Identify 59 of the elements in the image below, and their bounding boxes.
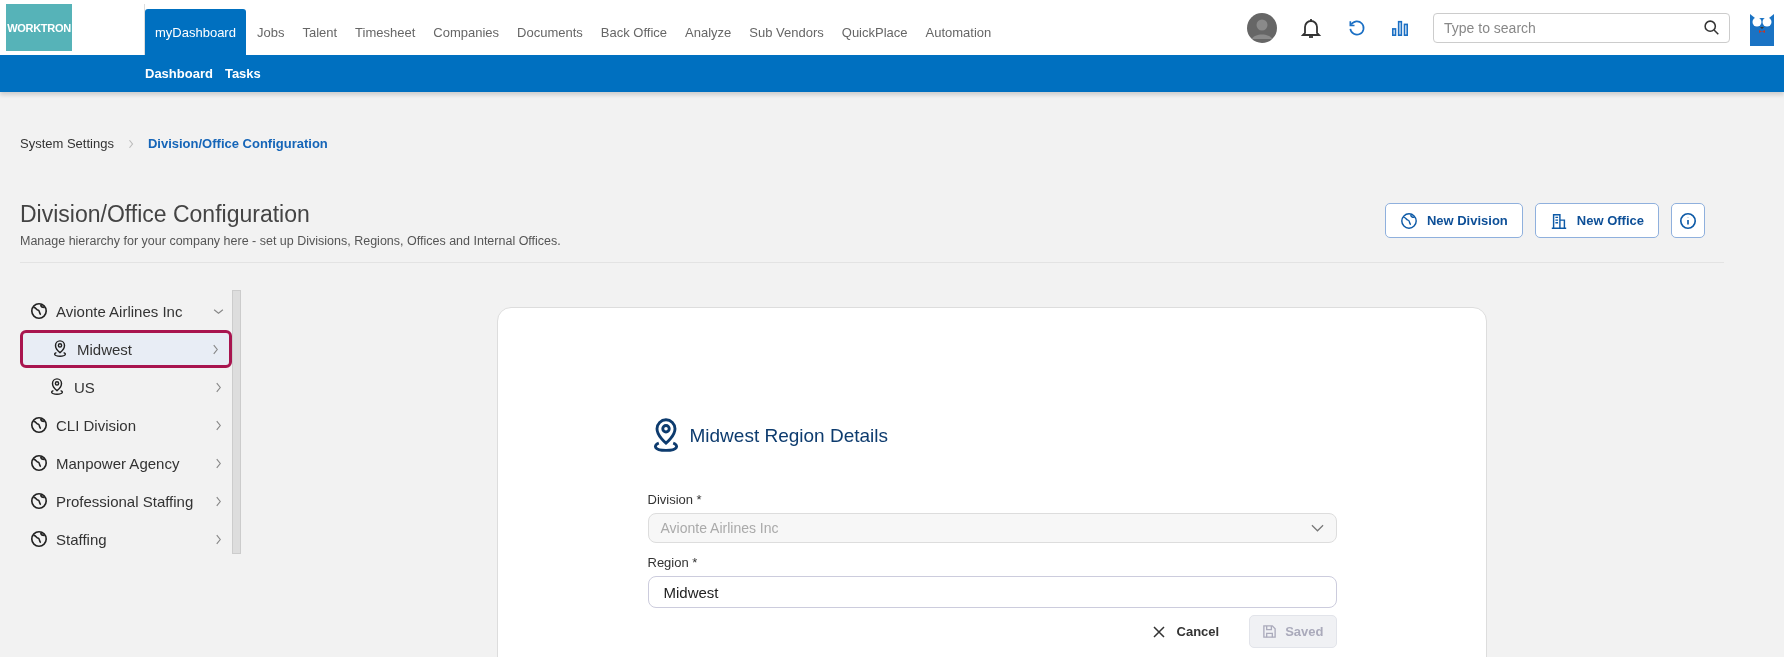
tree-item-label: US <box>74 378 96 396</box>
breadcrumb-link[interactable]: Division/Office Configuration <box>147 136 328 151</box>
search-icon[interactable] <box>1703 18 1720 36</box>
new-division-button[interactable]: New Division <box>1384 203 1523 238</box>
chevron-down-icon <box>1310 524 1324 532</box>
building-icon <box>1549 211 1568 230</box>
nav-tab[interactable]: Back Office <box>591 9 677 55</box>
subnav-link[interactable]: Dashboard <box>145 66 213 81</box>
nav-tab[interactable]: Automation <box>916 9 1001 55</box>
tree-item-label: CLI Division <box>56 416 138 434</box>
bar-chart-icon[interactable] <box>1391 18 1409 37</box>
chevron-icon <box>215 457 222 469</box>
tree-item[interactable]: US <box>20 368 232 406</box>
avatar-icon[interactable] <box>1247 12 1277 43</box>
subnav-link[interactable]: Tasks <box>224 66 261 81</box>
tree-item[interactable]: Midwest <box>20 330 232 368</box>
refresh-icon[interactable] <box>1347 17 1367 38</box>
new-office-button[interactable]: New Office <box>1534 203 1659 238</box>
chevron-icon <box>213 307 224 315</box>
region-input[interactable]: Midwest <box>647 576 1337 608</box>
location-pin-icon <box>51 340 69 358</box>
chevron-icon <box>215 495 222 507</box>
tree-item[interactable]: Staffing <box>20 520 232 558</box>
nav-tab[interactable]: QuickPlace <box>832 9 917 55</box>
page-subtitle: Manage hierarchy for your company here - set up Divisions, Regions, Offices and Internal Offices. <box>20 234 561 248</box>
breadcrumb-link[interactable]: System Settings <box>20 136 114 151</box>
chevron-right-icon <box>127 138 134 149</box>
chevron-icon <box>215 533 222 545</box>
tree-item[interactable]: CLI Division <box>20 406 232 444</box>
scrollbar[interactable] <box>232 290 241 554</box>
search-field[interactable]: Type to search <box>1433 12 1730 43</box>
info-icon <box>1679 211 1697 230</box>
tree-item[interactable]: Professional Staffing <box>20 482 232 520</box>
details-title: Midwest Region Details <box>689 425 889 447</box>
nav-tab[interactable]: Documents <box>508 9 592 55</box>
page-title: Division/Office Configuration <box>20 201 311 228</box>
chevron-icon <box>212 343 219 355</box>
close-icon <box>1152 625 1165 638</box>
tree-item[interactable]: Avionte Airlines Inc <box>20 292 232 330</box>
location-pin-icon <box>48 378 66 396</box>
nav-tab[interactable]: Talent <box>293 9 347 55</box>
nav-tab[interactable]: Sub Vendors <box>740 9 833 55</box>
tree-item-label: Avionte Airlines Inc <box>56 302 184 320</box>
tree-item-label: Staffing <box>56 530 108 548</box>
field-label: Division * <box>647 492 703 507</box>
nav-tab[interactable]: Analyze <box>676 9 741 55</box>
chevron-icon <box>215 381 222 393</box>
nav-tab[interactable]: Timesheet <box>346 9 425 55</box>
tree-item[interactable]: Manpower Agency <box>20 444 232 482</box>
info-button[interactable] <box>1671 203 1705 238</box>
nav-tab[interactable]: myDashboard <box>145 9 246 55</box>
cancel-button[interactable]: Cancel <box>1146 615 1226 648</box>
field-label: Region * <box>647 555 699 570</box>
tree-item-label: Manpower Agency <box>56 454 181 472</box>
nav-tab[interactable]: Companies <box>424 9 509 55</box>
chevron-icon <box>215 419 222 431</box>
tree-item-label: Professional Staffing <box>56 492 195 510</box>
nav-tab[interactable]: Jobs <box>247 9 294 55</box>
tree-item-label: Midwest <box>77 340 133 358</box>
